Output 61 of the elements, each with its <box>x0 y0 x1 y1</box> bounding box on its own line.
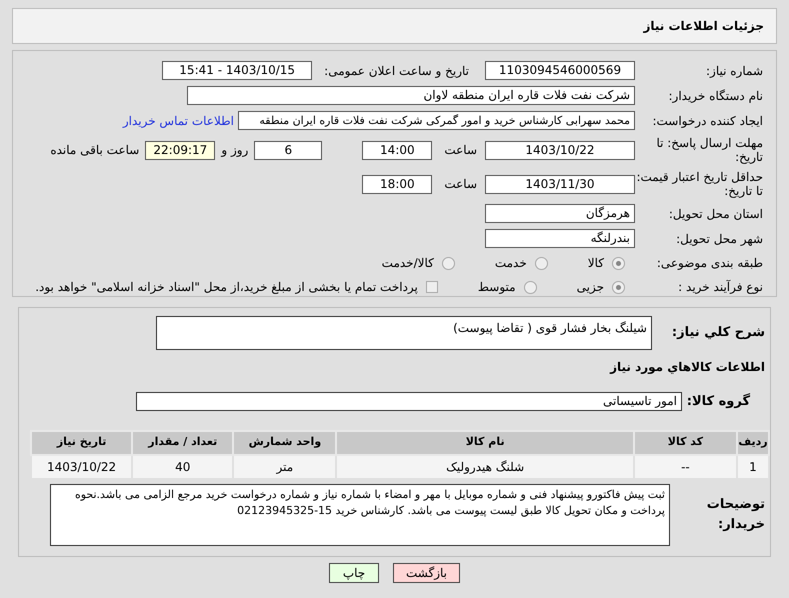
radio-button[interactable] <box>612 256 625 270</box>
field-label: حداقل تاریخ اعتبار قیمت: تا تاریخ: <box>635 170 764 198</box>
back-button[interactable]: بازگشت <box>393 562 460 582</box>
field-label: روز و <box>221 142 248 159</box>
table-cell: 1403/10/22 <box>31 454 132 478</box>
field-label: شرح کلي نیاز: <box>670 324 766 342</box>
radio-label: خدمت <box>494 255 527 272</box>
field-label: تاریخ و ساعت اعلان عمومی: <box>324 62 469 80</box>
field-label: ساعت باقی مانده <box>50 142 140 159</box>
table-cell: -- <box>634 454 737 478</box>
page-title: جزئیات اطلاعات نیاز <box>643 18 764 35</box>
radio-button[interactable] <box>524 280 537 294</box>
column-header: ردیف <box>736 430 769 454</box>
section-title: اطلاعات کالاهاي مورد نیاز <box>608 359 766 376</box>
field-label: توضیحات خریدار: <box>706 496 766 534</box>
radio-button[interactable] <box>612 280 625 294</box>
field-label: ایجاد کننده درخواست: <box>651 114 764 128</box>
text-area[interactable]: شیلنگ بخار فشار قوی ( تقاضا پیوست) <box>156 316 652 350</box>
column-header: واحد شمارش <box>233 430 336 454</box>
radio-button[interactable] <box>534 256 548 270</box>
radio-button[interactable] <box>442 256 455 270</box>
field-label: شهر محل تحویل: <box>675 232 764 246</box>
column-header: تعداد / مقدار <box>132 430 234 454</box>
field-label: گروه کالا: <box>686 392 751 411</box>
field-label: استان محل تحویل: <box>668 206 764 220</box>
text-field[interactable]: 18:00 <box>362 174 432 194</box>
text-field[interactable]: 1403/11/30 <box>485 174 635 194</box>
text-field[interactable]: شرکت نفت فلات قاره ایران منطقه لاوان <box>187 86 635 105</box>
field-label: شماره نیاز: <box>705 64 764 78</box>
text-field[interactable]: 22:09:17 <box>145 140 216 160</box>
text-field[interactable]: 1403/10/22 <box>485 140 635 160</box>
checkbox[interactable] <box>426 281 438 293</box>
field-label: طبقه بندی موضوعی: <box>656 256 764 270</box>
text-field[interactable]: 14:00 <box>362 140 432 160</box>
field-label: مهلت ارسال پاسخ: تا تاریخ: <box>655 136 764 164</box>
radio-label: جزیی <box>576 279 604 296</box>
text-field[interactable]: هرمزگان <box>485 204 635 223</box>
text-field[interactable]: بندرلنگه <box>485 229 635 248</box>
text-field[interactable]: امور تاسیساتی <box>136 392 682 412</box>
table-cell: شلنگ هیدرولیک <box>336 454 634 478</box>
column-header: تاریخ نیاز <box>31 430 132 454</box>
print-button[interactable]: چاپ <box>329 562 379 582</box>
text-field[interactable]: محمد سهرابی کارشناس خرید و امور گمرکی شرکت نفت فلات قاره ایران منطقه <box>238 111 635 130</box>
table-cell: 1 <box>736 454 769 478</box>
table-cell: متر <box>233 454 336 478</box>
radio-label: کالا <box>588 255 604 272</box>
field-label: ساعت <box>444 176 477 193</box>
text-area[interactable]: ثبت پیش فاکتورو پیشنهاد فنی و شماره موبایل با مهر و امضاء با شماره نیاز و شماره درخواست خرید مرجع الزامی می باشد.نحوه پرداخت و مکان تحویل کالا طبق لیست پیوست می باشد. کارشناس خرید 15-02123945325 <box>50 484 670 546</box>
text-field[interactable]: 1403/10/15 - 15:41 <box>162 61 312 80</box>
radio-label: متوسط <box>478 279 516 296</box>
table-cell: 40 <box>132 454 234 478</box>
contact-link[interactable]: اطلاعات تماس خریدار <box>122 112 234 130</box>
radio-label: کالا/خدمت <box>382 255 434 272</box>
checkbox-label: پرداخت تمام یا بخشی از مبلغ خرید،از محل "اسناد خزانه اسلامی" خواهد بود. <box>35 279 418 296</box>
field-label: نوع فرآیند خرید : <box>677 280 764 294</box>
field-label: نام دستگاه خریدار: <box>668 88 764 102</box>
field-label: ساعت <box>444 142 477 159</box>
column-header: کد کالا <box>634 430 737 454</box>
text-field[interactable]: 1103094546000569 <box>485 61 635 80</box>
text-field[interactable]: 6 <box>254 140 322 160</box>
column-header: نام کالا <box>336 430 634 454</box>
